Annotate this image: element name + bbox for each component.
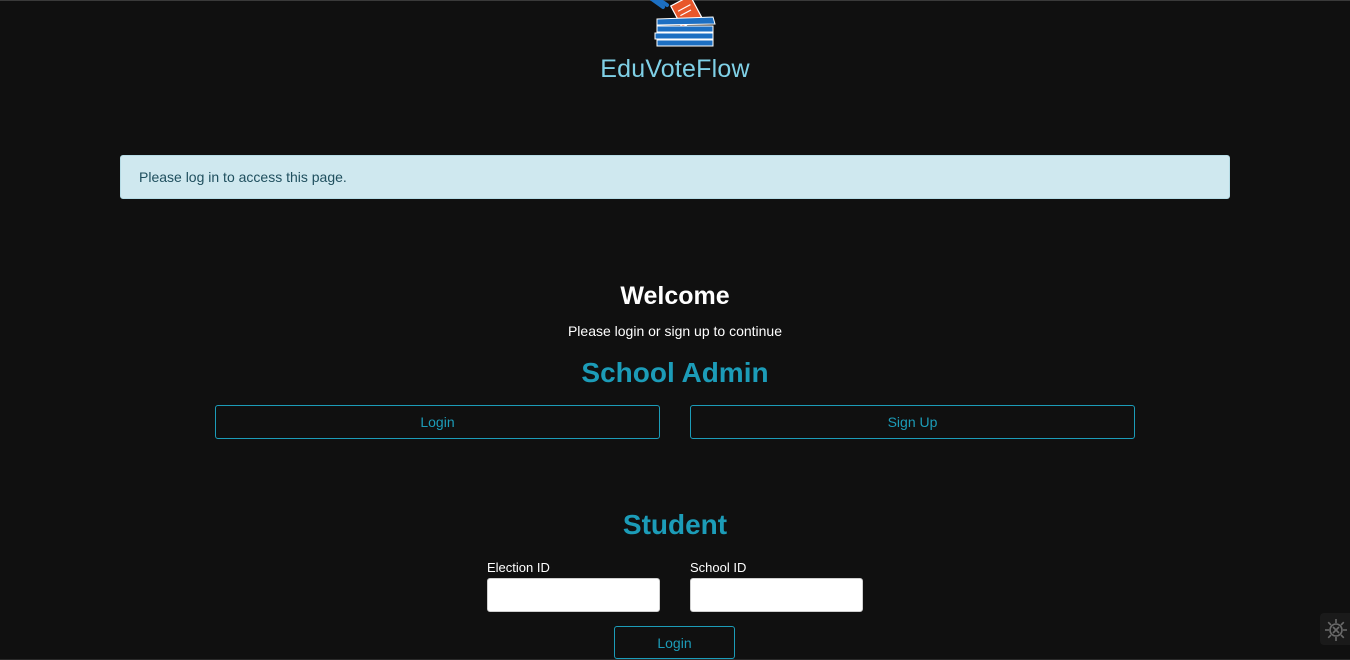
welcome-subtitle: Please login or sign up to continue (567, 323, 783, 339)
election-id-label: Election ID (487, 560, 550, 575)
brand-name: EduVoteFlow (600, 55, 750, 83)
school-admin-heading: School Admin (581, 357, 769, 388)
ballot-box-icon (645, 0, 717, 51)
login-required-alert: Please log in to access this page. (120, 155, 1230, 199)
school-id-input[interactable] (690, 578, 863, 612)
login-page: EduVoteFlow Please log in to access this… (0, 0, 1350, 660)
settings-widget[interactable] (1320, 613, 1350, 645)
election-id-input[interactable] (487, 578, 660, 612)
alert-message: Please log in to access this page. (139, 169, 347, 185)
welcome-heading: Welcome (620, 282, 730, 310)
admin-login-button[interactable]: Login (215, 405, 660, 439)
admin-signup-button[interactable]: Sign Up (690, 405, 1135, 439)
gear-icon (1325, 619, 1347, 641)
student-heading: Student (622, 509, 728, 540)
school-id-label: School ID (690, 560, 747, 575)
student-login-button[interactable]: Login (614, 626, 735, 659)
